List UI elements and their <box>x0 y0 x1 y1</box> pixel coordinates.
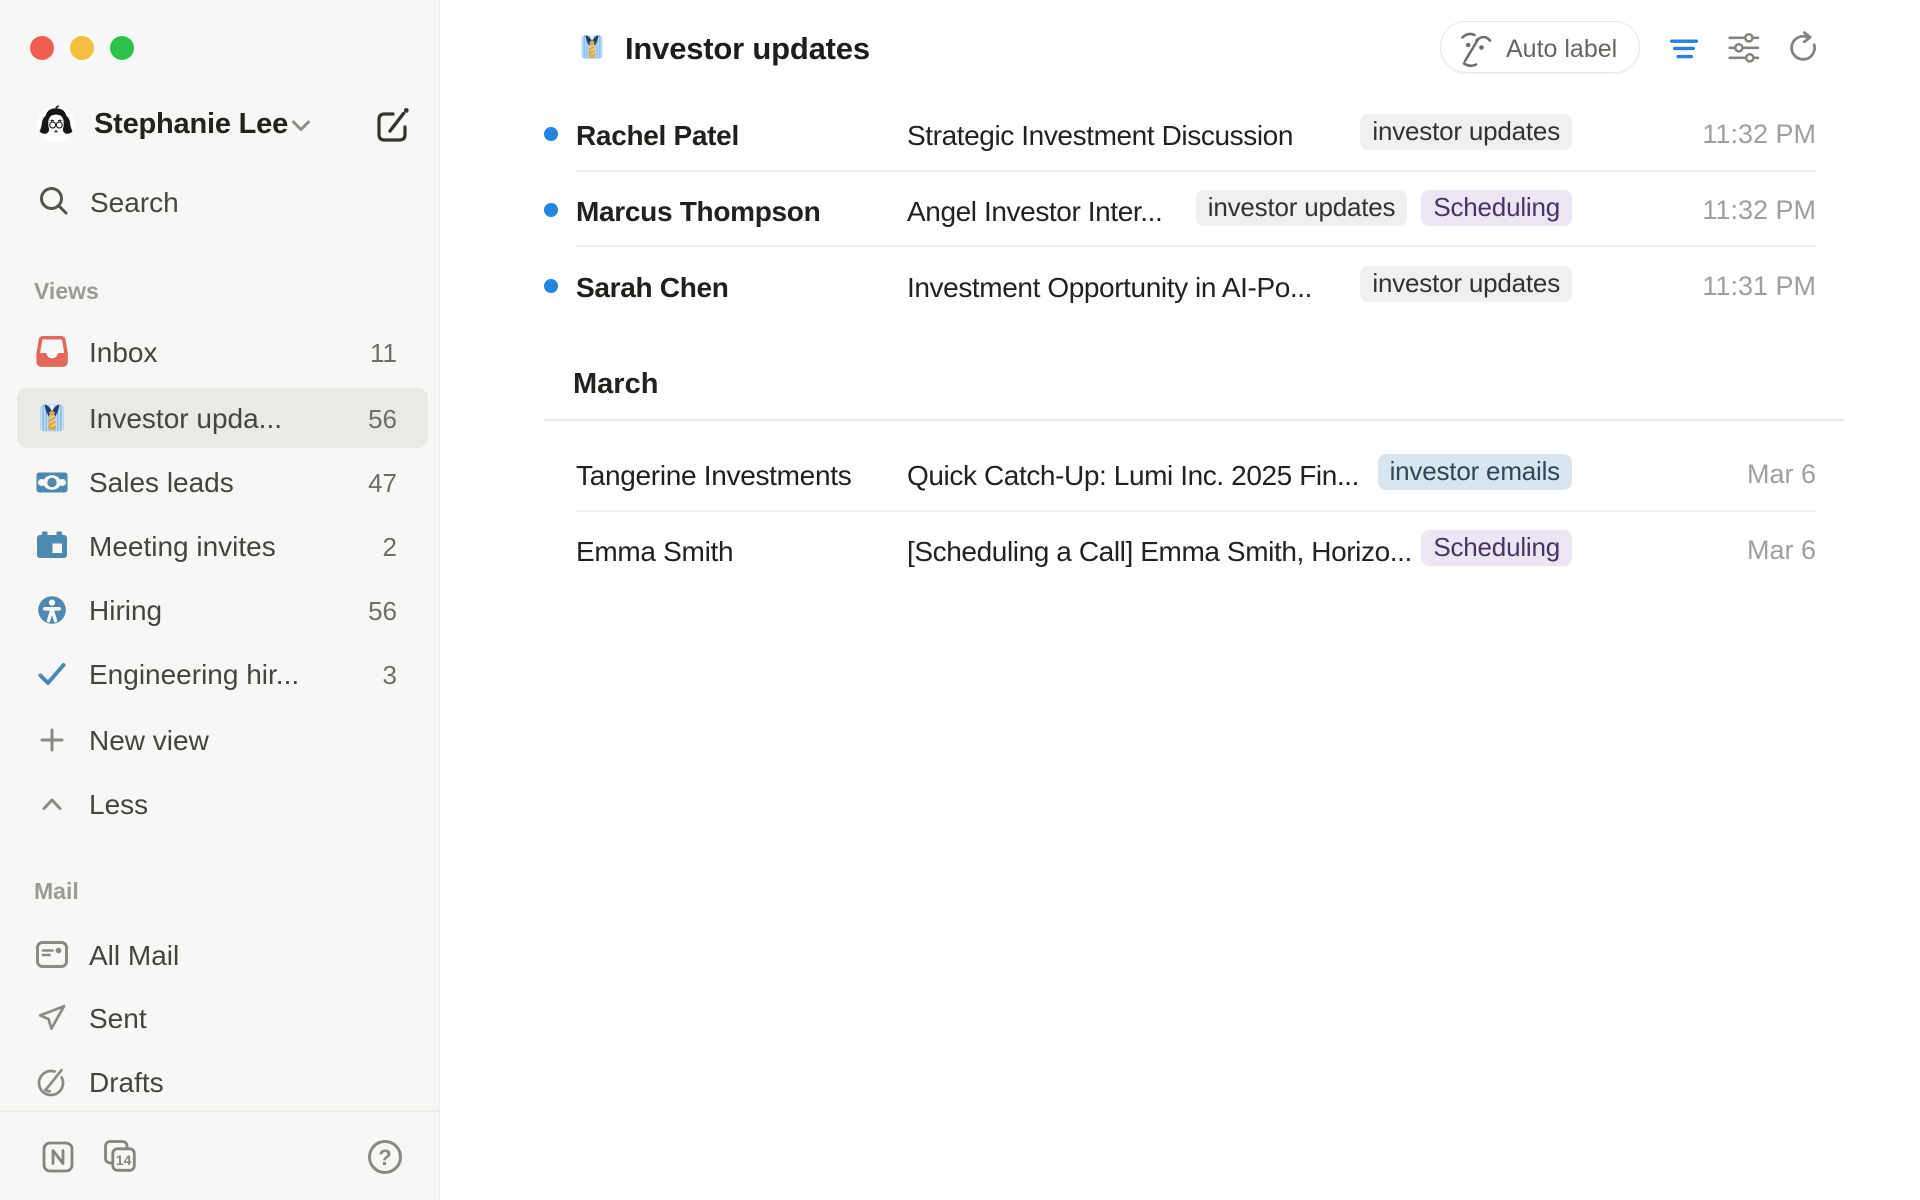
svg-text:?: ? <box>378 1145 391 1170</box>
svg-text:14: 14 <box>116 1152 132 1168</box>
